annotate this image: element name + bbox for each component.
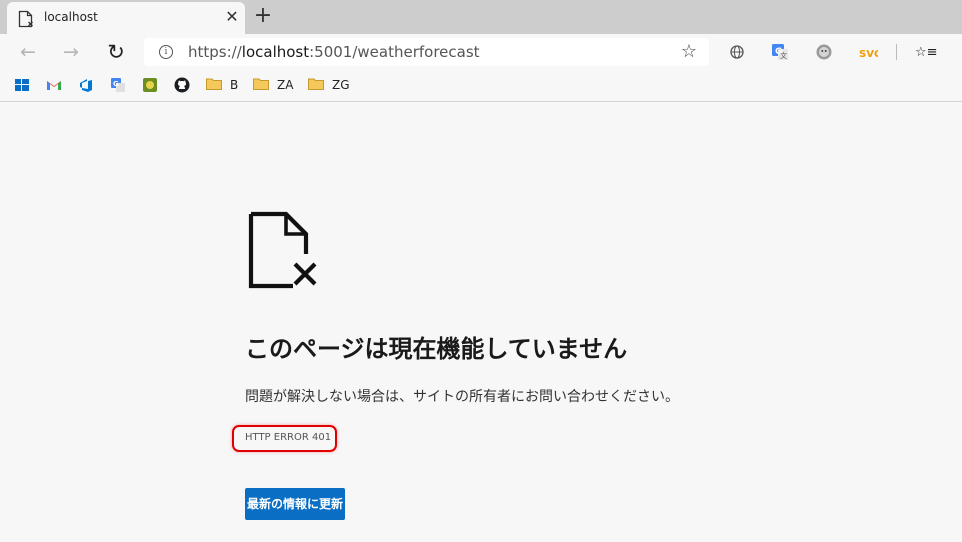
address-bar[interactable]: i https://localhost:5001/weatherforecast… <box>144 38 709 66</box>
error-page-icon <box>18 10 33 28</box>
bookmark-label[interactable]: B <box>230 78 238 92</box>
new-tab-icon[interactable]: + <box>253 5 273 27</box>
tab-title: localhost <box>44 10 98 24</box>
url-scheme: https:// <box>188 43 242 61</box>
toolbar-separator <box>896 44 897 60</box>
azure-devops-icon[interactable] <box>78 76 94 94</box>
extension-icon[interactable] <box>142 76 158 94</box>
reload-button[interactable]: 最新の情報に更新 <box>245 488 345 520</box>
folder-icon[interactable] <box>206 78 222 90</box>
page-title: このページは現在機能していません <box>245 335 628 363</box>
github-icon[interactable] <box>174 76 190 94</box>
browser-tab[interactable]: localhost ✕ <box>7 2 245 34</box>
svg-extension-icon[interactable]: SVG <box>858 42 878 62</box>
globe-icon[interactable] <box>727 42 747 62</box>
tab-strip: localhost ✕ + <box>0 0 962 34</box>
favorites-icon[interactable]: ☆≡ <box>915 42 938 64</box>
google-translate-icon[interactable]: G <box>110 76 126 94</box>
refresh-icon[interactable]: ↻ <box>105 41 127 63</box>
svg-text:G: G <box>113 80 119 88</box>
windows-icon[interactable] <box>14 76 30 94</box>
cat-extension-icon[interactable] <box>814 42 834 62</box>
error-description: 問題が解決しない場合は、サイトの所有者にお問い合わせください。 <box>245 389 679 405</box>
url-path: :5001/weatherforecast <box>309 43 480 61</box>
google-translate-icon[interactable]: G 文 <box>770 42 790 62</box>
bookmark-label[interactable]: ZA <box>277 78 293 92</box>
add-favorite-icon[interactable]: ☆ <box>681 41 697 62</box>
broken-page-icon <box>248 211 317 289</box>
svg-text:文: 文 <box>780 51 787 60</box>
error-code: HTTP ERROR 401 <box>245 432 332 443</box>
browser-toolbar: ← → ↻ i https://localhost:5001/weatherfo… <box>0 34 962 70</box>
url-text[interactable]: https://localhost:5001/weatherforecast <box>188 43 480 61</box>
svg-text:SVG: SVG <box>859 49 878 60</box>
bookmarks-bar: G B ZA ZG <box>0 70 962 102</box>
close-tab-icon[interactable]: ✕ <box>224 9 240 25</box>
bookmark-label[interactable]: ZG <box>332 78 350 92</box>
forward-icon[interactable]: → <box>60 41 82 63</box>
site-info-icon[interactable]: i <box>159 45 173 59</box>
gmail-icon[interactable] <box>46 76 62 94</box>
folder-icon[interactable] <box>253 78 269 90</box>
back-icon[interactable]: ← <box>17 41 39 63</box>
error-page: このページは現在機能していません 問題が解決しない場合は、サイトの所有者にお問い… <box>0 103 962 542</box>
folder-icon[interactable] <box>308 78 324 90</box>
url-host: localhost <box>241 43 310 61</box>
